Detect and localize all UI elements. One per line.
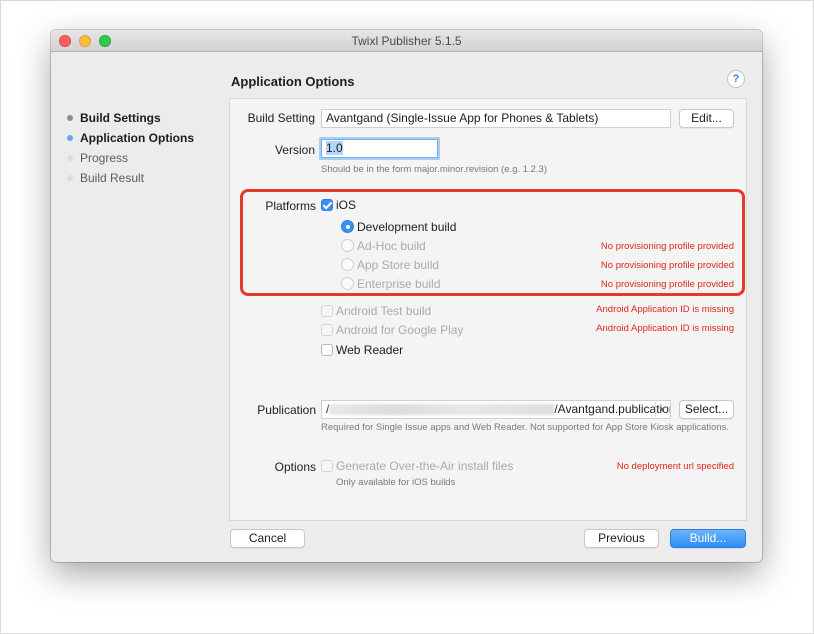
title-bar[interactable]: Twixl Publisher 5.1.5 [51, 30, 762, 52]
publication-label: Publication [257, 403, 316, 417]
publication-path-suffix: /Avantgand.publication [554, 402, 671, 416]
step-label: Application Options [80, 131, 194, 145]
ios-highlight-frame [240, 189, 745, 296]
step-application-options: Application Options [65, 128, 225, 148]
build-setting-field[interactable]: Avantgand (Single-Issue App for Phones &… [321, 109, 671, 128]
help-button[interactable]: ? [727, 70, 745, 88]
edit-build-setting-button[interactable]: Edit... [679, 109, 734, 128]
redacted-path [329, 404, 555, 416]
step-label: Progress [80, 151, 129, 165]
android-test-label: Android Test build [336, 304, 432, 318]
ota-checkbox[interactable] [321, 460, 333, 472]
step-dot-icon [67, 155, 73, 161]
android-test-warning: Android Application ID is missing [596, 304, 734, 315]
step-build-settings: Build Settings [65, 108, 225, 128]
previous-button[interactable]: Previous [584, 529, 659, 548]
web-reader-checkbox[interactable] [321, 344, 333, 356]
step-dot-icon [67, 175, 73, 181]
cancel-button[interactable]: Cancel [230, 529, 305, 548]
step-progress: Progress [65, 148, 225, 168]
step-build-result: Build Result [65, 168, 225, 188]
ota-label: Generate Over-the-Air install files [336, 459, 514, 473]
build-button[interactable]: Build... [670, 529, 746, 548]
steps-sidebar: Build Settings Application Options Progr… [65, 108, 225, 188]
publication-hint: Required for Single Issue apps and Web R… [321, 422, 730, 433]
page-title: Application Options [231, 74, 355, 89]
step-dot-icon [67, 135, 73, 141]
android-play-warning: Android Application ID is missing [596, 323, 734, 334]
chevron-down-icon[interactable]: ▾ [655, 402, 669, 417]
android-play-checkbox[interactable] [321, 324, 333, 336]
step-label: Build Settings [80, 111, 161, 125]
android-test-checkbox[interactable] [321, 305, 333, 317]
publication-path-field[interactable]: //Avantgand.publication ▾ [321, 400, 671, 419]
step-dot-icon [67, 115, 73, 121]
app-window: Twixl Publisher 5.1.5 Build Settings App… [51, 30, 762, 562]
window-title: Twixl Publisher 5.1.5 [351, 34, 462, 48]
build-setting-label: Build Setting [247, 111, 315, 125]
version-label: Version [274, 143, 315, 157]
version-input[interactable]: 1.0 [321, 139, 438, 158]
ota-hint: Only available for iOS builds [336, 477, 456, 488]
options-label: Options [274, 460, 316, 474]
version-hint: Should be in the form major.minor.revisi… [321, 164, 548, 175]
android-play-label: Android for Google Play [336, 323, 464, 337]
select-publication-button[interactable]: Select... [679, 400, 734, 419]
step-label: Build Result [80, 171, 145, 185]
deployment-url-warning: No deployment url specified [616, 461, 734, 472]
version-value: 1.0 [326, 141, 343, 155]
web-reader-label: Web Reader [336, 343, 404, 357]
